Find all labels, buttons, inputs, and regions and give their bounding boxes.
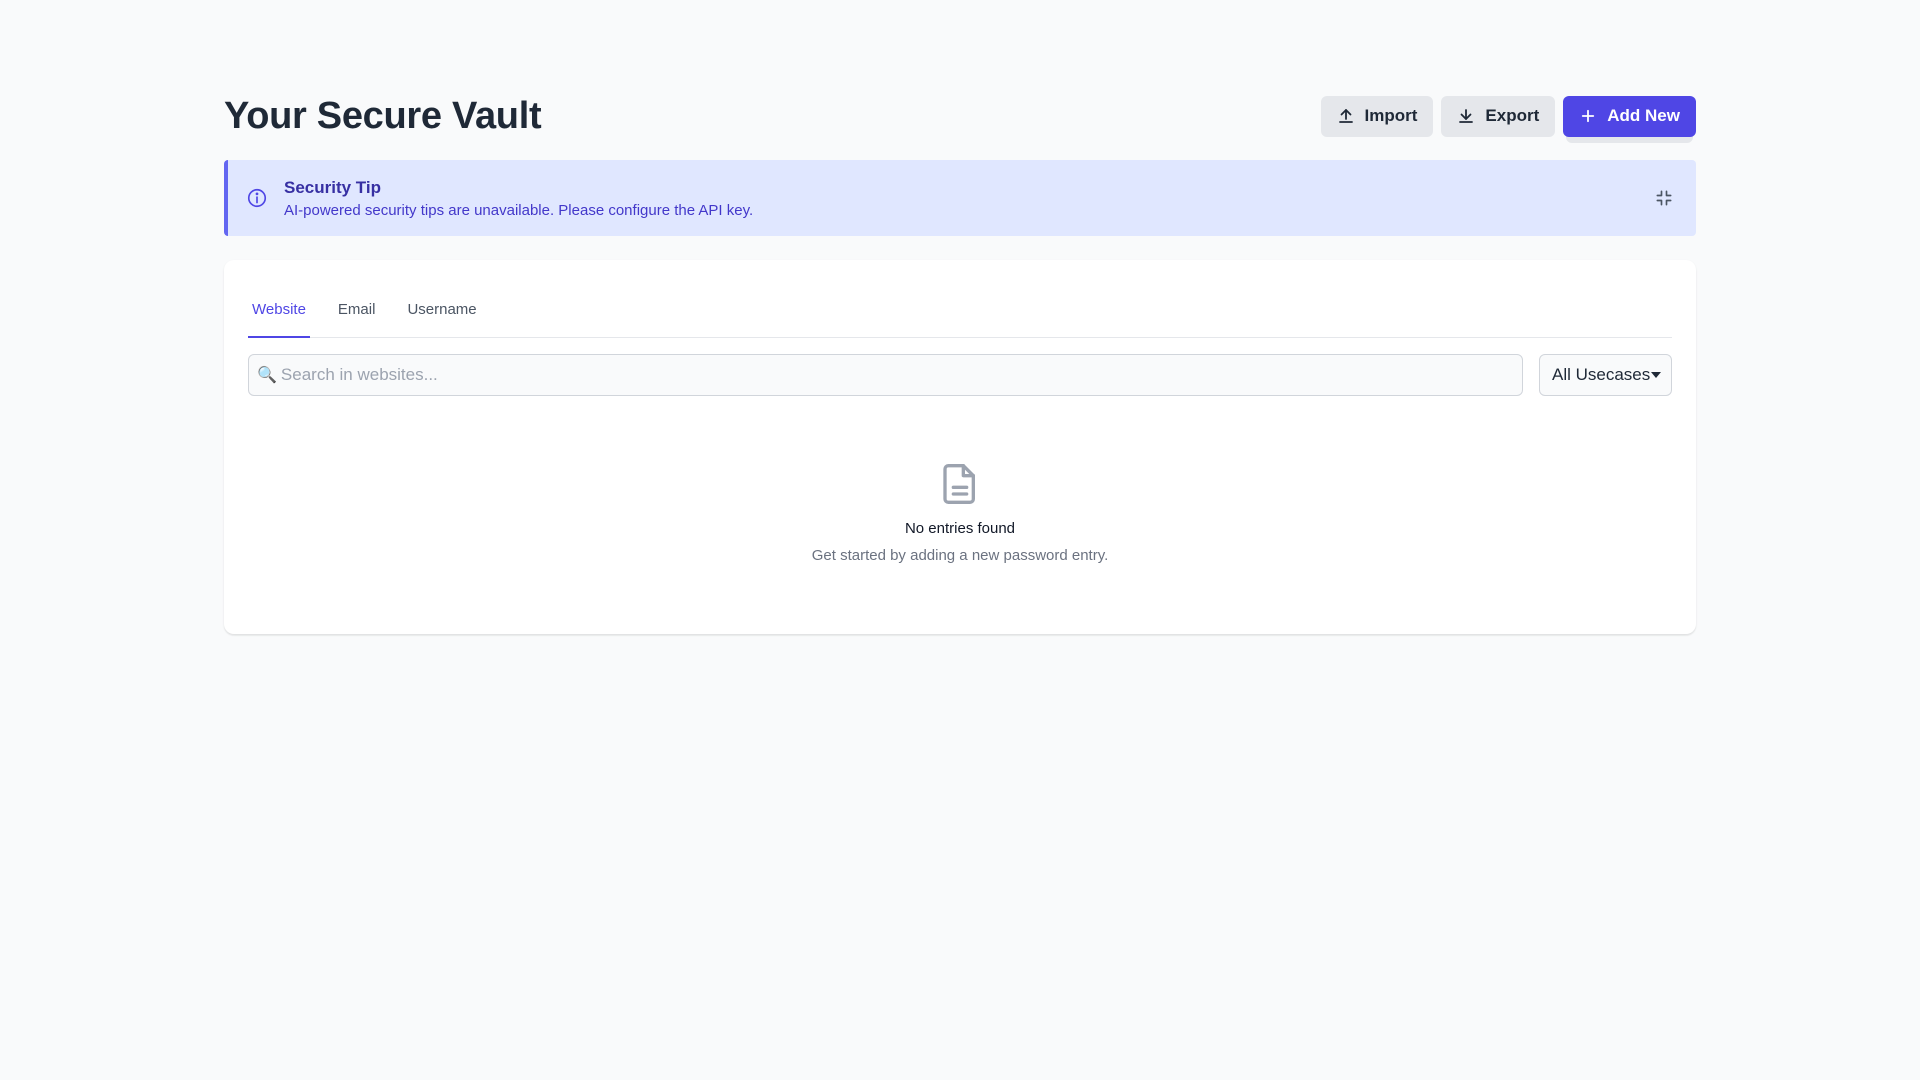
search-row: 🔍 All Usecases — [248, 354, 1672, 396]
vault-page: Your Secure Vault Import Export Add New … — [224, 94, 1696, 634]
category-tabs: Website Email Username — [248, 260, 1672, 338]
page-title: Your Secure Vault — [224, 94, 542, 137]
empty-state-title: No entries found — [904, 520, 1016, 537]
tip-title: Security Tip — [284, 177, 381, 197]
tab-username[interactable]: Username — [403, 301, 480, 338]
info-icon — [247, 188, 267, 208]
document-icon — [943, 463, 975, 504]
search-icon: 🔍 — [257, 367, 277, 384]
export-button[interactable]: Export — [1441, 95, 1556, 137]
security-tip-banner: Security Tip AI-powered security tips ar… — [224, 160, 1696, 236]
tab-website[interactable]: Website — [248, 301, 310, 338]
search-box: 🔍 — [248, 354, 1523, 396]
chevron-down-icon — [1651, 372, 1661, 378]
search-input[interactable] — [280, 355, 1522, 395]
collapse-icon[interactable] — [1654, 188, 1674, 208]
upload-icon — [1338, 109, 1353, 123]
import-label: Import — [1364, 106, 1418, 125]
header-actions: Import Export Add New — [1320, 95, 1696, 143]
download-icon — [1459, 109, 1474, 123]
tab-email[interactable]: Email — [334, 301, 380, 338]
add-new-wrapper: Add New — [1563, 95, 1696, 143]
empty-state-subtitle: Get started by adding a new password ent… — [811, 547, 1109, 564]
add-new-button[interactable]: Add New — [1563, 95, 1696, 137]
page-header: Your Secure Vault Import Export Add New — [224, 94, 1696, 143]
tip-content: Security Tip AI-powered security tips ar… — [284, 178, 753, 219]
usecase-filter-value: All Usecases — [1552, 365, 1651, 384]
plus-icon — [1582, 109, 1595, 123]
entries-card: Website Email Username 🔍 All Usecases No… — [224, 260, 1696, 634]
tip-message: AI-powered security tips are unavailable… — [284, 201, 754, 219]
import-button[interactable]: Import — [1320, 95, 1434, 137]
add-new-label: Add New — [1607, 106, 1680, 125]
usecase-filter-select[interactable]: All Usecases — [1539, 354, 1672, 396]
export-label: Export — [1485, 106, 1540, 125]
empty-state: No entries found Get started by adding a… — [224, 462, 1696, 564]
